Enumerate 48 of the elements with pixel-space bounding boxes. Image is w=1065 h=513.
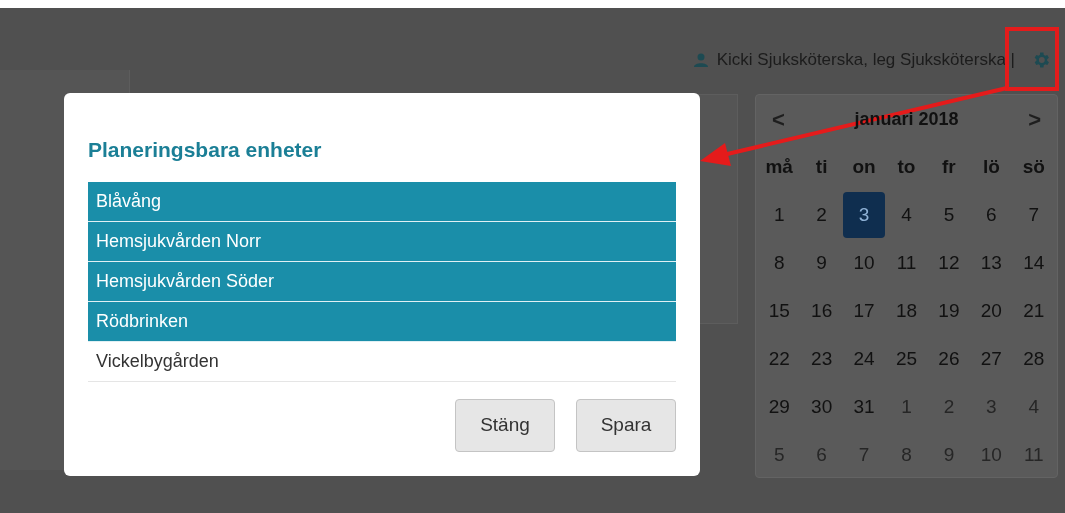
calendar-day[interactable]: 1 <box>758 192 801 238</box>
calendar-day[interactable]: 15 <box>758 288 801 334</box>
previous-month-button[interactable]: < <box>772 102 785 136</box>
weekday-label: to <box>897 154 916 179</box>
dialog-button[interactable]: Stäng <box>455 399 555 452</box>
calendar-day[interactable]: 5 <box>927 192 971 238</box>
calendar-day[interactable]: 28 <box>1012 336 1055 382</box>
user-icon <box>692 53 709 67</box>
calendar-day[interactable]: 3 <box>842 192 886 238</box>
weekday-label: må <box>765 154 793 179</box>
calendar-day[interactable]: 8 <box>758 240 801 286</box>
weekday-label: on <box>852 154 876 179</box>
calendar-day[interactable]: 29 <box>758 384 801 430</box>
calendar-day[interactable]: 31 <box>842 384 886 430</box>
calendar-day[interactable]: 19 <box>927 288 971 334</box>
calendar-day[interactable]: 9 <box>800 240 843 286</box>
unit-list-item[interactable]: Hemsjukvården Söder <box>88 262 676 302</box>
calendar-day[interactable]: 16 <box>800 288 843 334</box>
next-month-button[interactable]: > <box>1028 102 1041 136</box>
calendar-day[interactable]: 14 <box>1012 240 1055 286</box>
calendar-day[interactable]: 20 <box>970 288 1013 334</box>
calendar-day[interactable]: 2 <box>800 192 843 238</box>
weekday-label: fr <box>942 154 956 179</box>
calendar-day[interactable]: 4 <box>885 192 928 238</box>
unit-list-item[interactable]: Hemsjukvården Norr <box>88 222 676 262</box>
calendar-day[interactable]: 12 <box>927 240 971 286</box>
calendar-day[interactable]: 6 <box>970 192 1013 238</box>
calendar-day[interactable]: 22 <box>758 336 801 382</box>
weekday-label: lö <box>982 154 1000 179</box>
calendar-day[interactable]: 18 <box>885 288 928 334</box>
weekday-label: sö <box>1022 154 1045 179</box>
calendar-day[interactable]: 23 <box>800 336 843 382</box>
calendar-day[interactable]: 10 <box>842 240 886 286</box>
weekday-label: ti <box>815 154 828 179</box>
unit-list-item[interactable]: Rödbrinken <box>88 302 676 342</box>
calendar-day[interactable]: 13 <box>970 240 1013 286</box>
unit-list-item[interactable]: Blåvång <box>88 182 676 222</box>
calendar-day[interactable]: 21 <box>1012 288 1055 334</box>
dialog-title: Planeringsbara enheter <box>88 137 323 163</box>
calendar-day[interactable]: 30 <box>800 384 843 430</box>
dialog-button[interactable]: Spara <box>576 399 676 452</box>
calendar-day[interactable]: 11 <box>885 240 928 286</box>
calendar-day[interactable]: 25 <box>885 336 928 382</box>
calendar-day[interactable]: 27 <box>970 336 1013 382</box>
calendar-day[interactable]: 26 <box>927 336 971 382</box>
calendar-day[interactable]: 7 <box>1012 192 1055 238</box>
calendar-day[interactable]: 24 <box>842 336 886 382</box>
calendar-day[interactable]: 17 <box>842 288 886 334</box>
